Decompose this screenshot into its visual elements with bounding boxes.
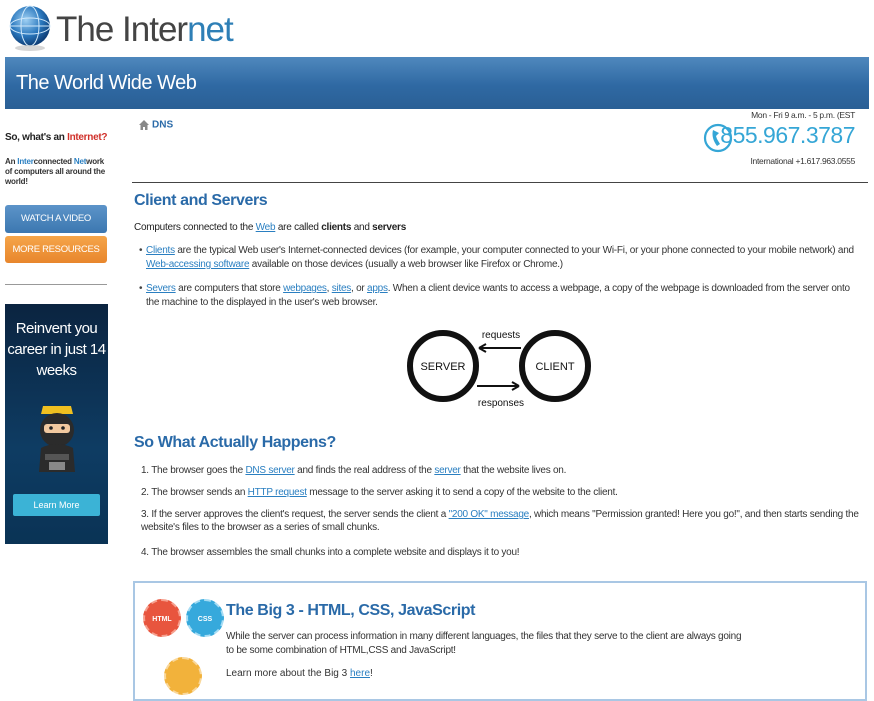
- client-server-diagram: SERVER CLIENT requests responses: [403, 318, 599, 421]
- ad-learn-more-button[interactable]: Learn More: [13, 494, 100, 516]
- breadcrumb-dns-link[interactable]: DNS: [152, 120, 173, 131]
- sites-link[interactable]: sites: [332, 283, 352, 294]
- list-item: • Clients are the typical Web user's Int…: [139, 245, 854, 270]
- contact-block: Mon - Fri 9 a.m. - 5 p.m. (EST 855.967.3…: [715, 110, 855, 166]
- phone-number[interactable]: 855.967.3787: [720, 122, 855, 149]
- intro-paragraph: Computers connected to the Web are calle…: [134, 222, 407, 233]
- sidebar-description: An Interconnected Network of computers a…: [5, 157, 105, 186]
- client-label: CLIENT: [535, 361, 574, 373]
- list-item: 1. The browser goes the DNS server and f…: [141, 465, 567, 476]
- sidebar-divider: [5, 284, 107, 285]
- section-heading-client-servers: Client and Servers: [134, 192, 268, 209]
- section-heading-what-happens: So What Actually Happens?: [134, 434, 336, 451]
- js-badge-icon: [164, 657, 202, 695]
- home-icon[interactable]: [138, 119, 150, 131]
- big3-title: The Big 3 - HTML, CSS, JavaScript: [226, 602, 476, 619]
- list-item: 4. The browser assembles the small chunk…: [141, 547, 520, 558]
- list-item: 3. If the server approves the client's r…: [141, 509, 859, 533]
- 200-ok-link[interactable]: "200 OK" message: [449, 509, 530, 520]
- responses-label: responses: [478, 398, 524, 409]
- big3-learn-more: Learn more about the Big 3 here!: [226, 668, 373, 679]
- http-request-link[interactable]: HTTP request: [248, 487, 307, 498]
- web-accessing-software-link[interactable]: Web-accessing software: [146, 259, 250, 270]
- css-badge-icon: CSS: [186, 599, 224, 637]
- international-number: International +1.617.963.0555: [750, 156, 856, 166]
- server-link[interactable]: server: [434, 465, 461, 476]
- office-hours: Mon - Fri 9 a.m. - 5 p.m. (EST: [751, 110, 855, 120]
- apps-link[interactable]: apps: [367, 283, 388, 294]
- big3-text: While the server can process information…: [226, 631, 742, 656]
- web-link[interactable]: Web: [256, 222, 276, 233]
- html-badge-icon: HTML: [143, 599, 181, 637]
- webpages-link[interactable]: webpages: [283, 283, 327, 294]
- list-item: 2. The browser sends an HTTP request mes…: [141, 487, 618, 498]
- more-resources-button[interactable]: MORE RESOURCES: [5, 236, 107, 263]
- ad-banner[interactable]: Reinvent you career in just 14 weeks Lea…: [5, 304, 108, 544]
- ad-text: Reinvent you career in just 14 weeks: [7, 320, 106, 379]
- clients-link[interactable]: Clients: [146, 245, 175, 256]
- requests-label: requests: [482, 330, 520, 341]
- watch-video-button[interactable]: WATCH A VIDEO: [5, 205, 107, 233]
- site-title[interactable]: The Internet: [56, 10, 234, 50]
- globe-logo-icon: [9, 5, 51, 51]
- severs-link[interactable]: Severs: [146, 283, 176, 294]
- sidebar-question: So, what's an Internet?: [5, 132, 108, 143]
- list-item: • Severs are computers that store webpag…: [139, 283, 850, 308]
- server-label: SERVER: [420, 361, 465, 373]
- dns-server-link[interactable]: DNS server: [245, 465, 294, 476]
- page-banner: The World Wide Web: [5, 57, 869, 109]
- ninja-icon: [39, 406, 75, 472]
- breadcrumb: DNS: [138, 119, 173, 131]
- main-divider: [132, 182, 868, 183]
- big3-here-link[interactable]: here: [350, 668, 370, 679]
